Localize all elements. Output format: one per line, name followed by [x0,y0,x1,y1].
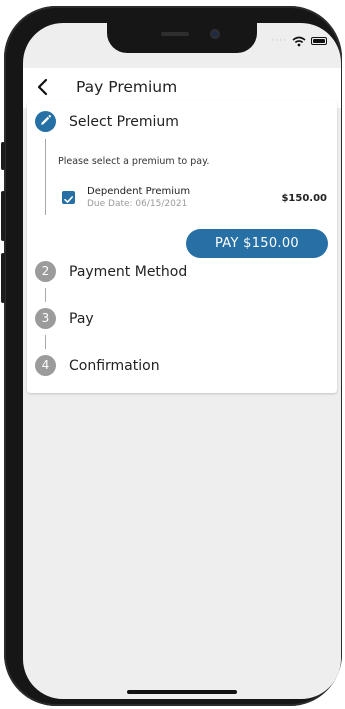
speaker-grille [161,32,189,36]
premium-checkbox[interactable] [62,191,75,204]
step-2-label[interactable]: Payment Method [69,264,187,280]
step-3-indicator: 3 [35,308,56,329]
step-4-indicator: 4 [35,355,56,376]
home-indicator[interactable] [127,690,237,694]
mute-switch [1,142,5,170]
step-3-connector [45,335,46,349]
wifi-icon [292,36,306,46]
premium-amount: $150.00 [281,193,327,204]
camera-icon [210,29,220,39]
premium-due-date: Due Date: 06/15/2021 [87,199,188,209]
step-2-indicator: 2 [35,261,56,282]
pencil-icon [41,114,52,125]
stepper-card: Select Premium Please select a premium t… [27,101,337,393]
chevron-left-icon[interactable] [33,77,53,97]
step-4-label[interactable]: Confirmation [69,358,160,374]
step-1-connector [45,139,46,215]
step-1-label[interactable]: Select Premium [69,114,179,130]
status-bar: ···· [272,34,327,48]
step-1-indicator [35,111,56,132]
app-screen: ···· Pay Premium Select Premium Please s… [23,23,341,699]
pay-button[interactable]: PAY $150.00 [186,229,328,258]
step-2-connector [45,288,46,302]
select-premium-instruction: Please select a premium to pay. [58,156,210,167]
notch [107,23,257,53]
volume-up-button [1,191,5,241]
volume-down-button [1,253,5,303]
page-title: Pay Premium [76,78,178,96]
checkmark-icon [64,196,73,203]
signal-dots: ···· [271,36,287,46]
premium-name: Dependent Premium [87,186,191,197]
step-3-label[interactable]: Pay [69,311,94,327]
phone-frame: ···· Pay Premium Select Premium Please s… [1,6,342,706]
battery-icon [311,37,327,45]
